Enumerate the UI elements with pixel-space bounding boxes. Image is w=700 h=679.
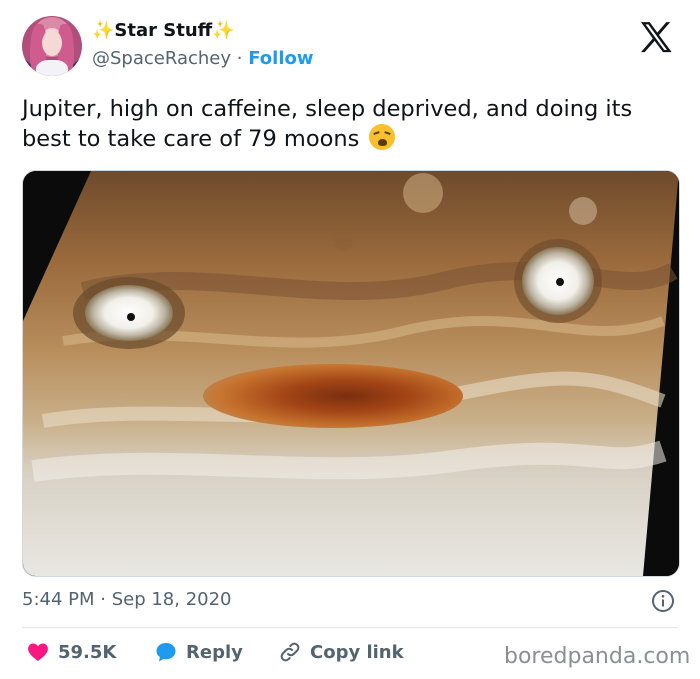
like-button[interactable]: 59.5K	[26, 640, 116, 664]
sparkles-icon-left: ✨	[92, 20, 115, 41]
weary-face-emoji-icon	[368, 124, 395, 150]
copy-link-button[interactable]: Copy link	[278, 640, 404, 664]
reply-button[interactable]: Reply	[154, 640, 243, 664]
info-icon[interactable]	[651, 589, 675, 613]
separator-dot: ·	[236, 48, 243, 69]
reply-bubble-icon	[156, 643, 176, 662]
likes-count: 59.5K	[58, 641, 117, 663]
heart-icon	[28, 643, 48, 661]
link-icon	[280, 642, 300, 662]
reply-label: Reply	[186, 641, 243, 663]
copy-link-label: Copy link	[310, 641, 404, 663]
divider	[22, 627, 678, 628]
jupiter-face-image	[23, 171, 679, 576]
tweet-timestamp[interactable]: 5:44 PM · Sep 18, 2020	[22, 589, 232, 610]
avatar-face	[42, 30, 62, 56]
author-name: Star Stuff	[114, 20, 213, 41]
follow-button[interactable]: Follow	[248, 48, 313, 69]
display-name[interactable]: ✨Star Stuff✨	[92, 20, 235, 41]
sparkles-icon-right: ✨	[212, 20, 235, 41]
avatar-body	[36, 60, 68, 76]
tweet-text: Jupiter, high on caffeine, sleep deprive…	[22, 96, 633, 152]
author-handle[interactable]: @SpaceRachey	[92, 48, 231, 69]
handle-row: @SpaceRachey · Follow	[92, 48, 314, 69]
watermark: boredpanda.com	[504, 644, 691, 669]
avatar[interactable]	[22, 16, 82, 76]
x-logo-icon[interactable]	[636, 18, 676, 58]
tweet-photo[interactable]	[22, 170, 680, 577]
tweet-text-block: Jupiter, high on caffeine, sleep deprive…	[22, 94, 682, 154]
